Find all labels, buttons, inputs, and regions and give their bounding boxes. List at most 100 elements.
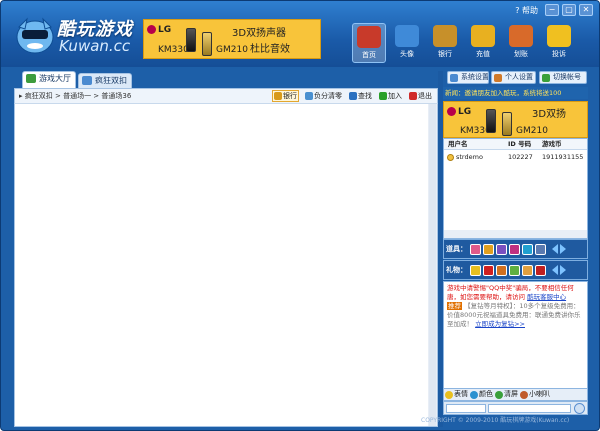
item-icon[interactable] bbox=[496, 243, 507, 255]
horizontal-scrollbar[interactable] bbox=[444, 230, 587, 238]
breadcrumb-sep-icon: > bbox=[52, 92, 64, 100]
send-button[interactable] bbox=[574, 403, 585, 414]
lobby-tool-button[interactable]: 负分清零 bbox=[304, 90, 343, 102]
lobby-tool-icon bbox=[409, 92, 417, 100]
settings-button-icon bbox=[494, 74, 502, 82]
chat-tag: 推荐 bbox=[447, 302, 462, 310]
lobby-tool-button[interactable]: 加入 bbox=[378, 90, 403, 102]
toolbar-button[interactable]: 银行 bbox=[428, 23, 462, 63]
settings-button[interactable]: 切换帐号 bbox=[539, 71, 587, 84]
col-coins[interactable]: 游戏币 bbox=[542, 139, 586, 149]
chat-tool-label: 清屏 bbox=[504, 390, 518, 398]
toolbar-icon bbox=[547, 25, 571, 47]
settings-button[interactable]: 个人设置 bbox=[491, 71, 536, 84]
restore-button[interactable]: ▢ bbox=[562, 4, 576, 16]
user-list-header: 用户名 ID 号码 游戏币 bbox=[444, 139, 587, 150]
minimize-button[interactable]: − bbox=[545, 4, 559, 16]
side-banner-ad[interactable]: LG KM330 GM210 3D双扬 bbox=[443, 101, 588, 138]
col-id[interactable]: ID 号码 bbox=[508, 139, 542, 149]
lg-logo: LG bbox=[447, 107, 471, 117]
chat-tool-icon bbox=[470, 390, 478, 399]
item-icon[interactable] bbox=[496, 264, 507, 276]
item-icon[interactable] bbox=[535, 243, 546, 255]
col-username[interactable]: 用户名 bbox=[444, 139, 508, 149]
side-panel: 系统设置 个人设置 切换帐号 新闻：邀请朋友加入酷玩，系统将送100 LG KM33… bbox=[443, 71, 588, 427]
breadcrumb-item[interactable]: 普通场一 bbox=[63, 92, 91, 100]
arrow-left-icon[interactable] bbox=[552, 265, 558, 275]
toolbar-button[interactable]: 充值 bbox=[466, 23, 500, 63]
scroll-thumb[interactable] bbox=[429, 104, 436, 426]
lobby-tool-button[interactable]: 查找 bbox=[348, 90, 373, 102]
item-icon[interactable] bbox=[522, 264, 533, 276]
chat-tool-label: 颜色 bbox=[479, 390, 493, 398]
chat-tool-button[interactable]: 清屏 bbox=[495, 389, 518, 400]
toolbar-label: 头像 bbox=[400, 50, 414, 58]
arrow-left-icon[interactable] bbox=[552, 244, 558, 254]
item-icon[interactable] bbox=[483, 264, 494, 276]
toolbar-label: 投诉 bbox=[552, 50, 566, 58]
lobby-tool-button[interactable]: 银行 bbox=[272, 90, 299, 102]
toolbar-button[interactable]: 划账 bbox=[504, 23, 538, 63]
lobby-tool-label: 银行 bbox=[283, 92, 297, 100]
breadcrumb-item[interactable]: 疯狂双扣 bbox=[25, 92, 53, 100]
header: 酷玩游戏 Kuwan.cc LG KM330 GM210 3D双扬声器 杜比音效… bbox=[1, 1, 599, 67]
lobby-tools: 银行 负分清零 查找 加入 退出 bbox=[272, 90, 433, 102]
close-button[interactable]: ✕ bbox=[579, 4, 593, 16]
arrow-right-icon[interactable] bbox=[560, 265, 566, 275]
item-icon[interactable] bbox=[509, 264, 520, 276]
settings-button[interactable]: 系统设置 bbox=[447, 71, 489, 84]
tab-crazy-double[interactable]: 疯狂双扣 bbox=[78, 73, 132, 88]
user-row[interactable]: strdemo 102227 1911931155 bbox=[444, 152, 587, 163]
ad-line-1: 3D双扬声器 bbox=[232, 28, 287, 39]
lobby-tool-label: 加入 bbox=[388, 92, 402, 100]
chat-log: 游戏中请警惕"QQ中奖"骗局，不要相信任何唐，如您需要帮助，请访问 酷玩客服中心… bbox=[443, 281, 588, 389]
chat-tool-button[interactable]: 颜色 bbox=[470, 389, 493, 400]
vertical-scrollbar[interactable] bbox=[428, 104, 437, 426]
room-area[interactable] bbox=[14, 104, 438, 427]
tab-game-lobby[interactable]: 游戏大厅 bbox=[22, 71, 76, 88]
breadcrumb-item[interactable]: 普通场36 bbox=[101, 92, 131, 100]
item-icon[interactable] bbox=[470, 264, 481, 276]
breadcrumb-sep-icon: > bbox=[91, 92, 102, 100]
ad-brand: LG bbox=[158, 25, 172, 35]
user-name: strdemo bbox=[456, 153, 483, 161]
item-icon[interactable] bbox=[522, 243, 533, 255]
news-ticker: 新闻：邀请朋友加入酷玩，系统将送100 bbox=[443, 87, 588, 99]
tab-label: 游戏大厅 bbox=[39, 74, 71, 83]
lobby-tool-button[interactable]: 退出 bbox=[408, 90, 433, 102]
lobby-tool-icon bbox=[305, 92, 313, 100]
chat-message-input[interactable] bbox=[488, 404, 571, 413]
item-icon[interactable] bbox=[483, 243, 494, 255]
toolbar-label: 银行 bbox=[438, 50, 452, 58]
settings-button-label: 切换帐号 bbox=[553, 73, 581, 81]
item-icon[interactable] bbox=[509, 243, 520, 255]
user-avatar-icon bbox=[447, 154, 454, 161]
logo-text-en: Kuwan.cc bbox=[59, 37, 131, 55]
top-banner-ad[interactable]: LG KM330 GM210 3D双扬声器 杜比音效 bbox=[143, 19, 321, 59]
chat-target-select[interactable] bbox=[446, 404, 486, 413]
chat-tool-icon bbox=[495, 390, 503, 399]
arrow-right-icon[interactable] bbox=[560, 244, 566, 254]
lg-icon bbox=[447, 107, 456, 116]
toolbar-button[interactable]: 投诉 bbox=[542, 23, 576, 63]
chat-tool-icon bbox=[520, 390, 528, 399]
game-icon bbox=[82, 76, 92, 85]
chat-help-link[interactable]: 酷玩客服中心 bbox=[527, 293, 566, 301]
ad-model-2: GM210 bbox=[516, 126, 548, 136]
tools-bar: 道具： bbox=[443, 239, 588, 259]
item-icon[interactable] bbox=[535, 264, 546, 276]
mascot-icon bbox=[16, 17, 54, 54]
toolbar-button[interactable]: 首页 bbox=[352, 23, 386, 63]
bar-label: 道具： bbox=[446, 245, 467, 253]
settings-button-icon bbox=[542, 74, 550, 82]
toolbar-button[interactable]: 头像 bbox=[390, 23, 424, 63]
chat-tool-label: 小喇叭 bbox=[529, 390, 550, 398]
chat-tool-button[interactable]: 表情 bbox=[445, 389, 468, 400]
item-icon[interactable] bbox=[470, 243, 481, 255]
chat-promo-link[interactable]: 立即成为复钻>> bbox=[475, 320, 525, 328]
chat-tool-button[interactable]: 小喇叭 bbox=[520, 389, 550, 400]
toolbar-icon bbox=[433, 25, 457, 47]
lobby-tool-label: 查找 bbox=[358, 92, 372, 100]
chat-toolbar: 表情 颜色 清屏 小喇叭 bbox=[443, 388, 588, 401]
help-button[interactable]: ? 帮助 bbox=[515, 5, 538, 16]
